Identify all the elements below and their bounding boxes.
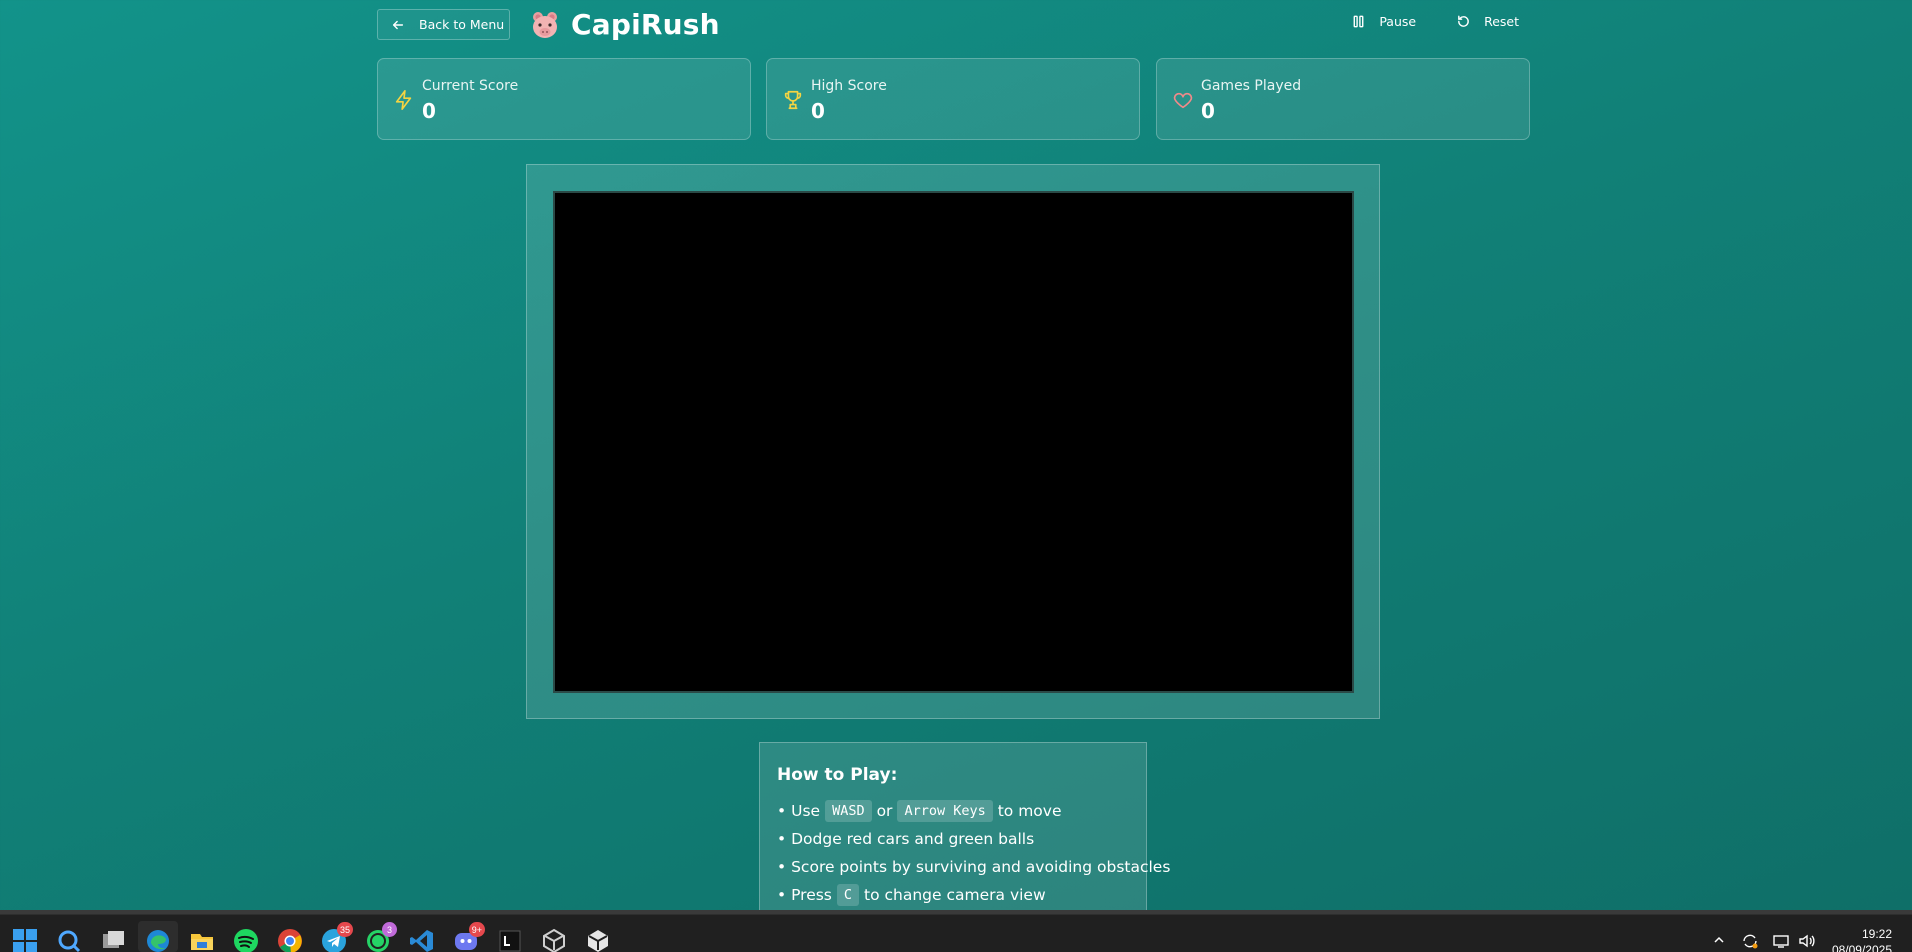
clock-time: 19:22 [1861,927,1892,941]
instruction-text: to move [997,802,1062,820]
back-to-menu-label: Back to Menu [419,17,505,32]
windows-start-icon[interactable] [12,928,38,952]
app-title: CapiRush [571,8,720,41]
discord-badge: 9+ [468,922,485,937]
reset-icon [1458,15,1469,27]
clock-date: 08/09/2025 [1831,943,1892,952]
instruction-camera: • Press C to change camera view [777,881,1130,909]
reset-label: Reset [1484,14,1519,29]
instruction-text: Use [791,802,821,820]
trophy-icon [784,90,802,110]
telegram-icon[interactable]: 35 [321,922,353,952]
games-played-label: Games Played [1201,78,1302,94]
telegram-badge: 35 [336,922,353,937]
current-score-label: Current Score [422,78,519,94]
instruction-score: • Score points by surviving and avoiding… [777,853,1170,881]
key-c: C [836,884,860,906]
current-score-value: 0 [422,99,436,123]
file-explorer-icon[interactable] [189,928,215,952]
volume-icon[interactable] [1798,933,1816,952]
games-played-value: 0 [1201,99,1215,123]
sync-icon[interactable] [1741,933,1759,952]
instruction-text: or [876,802,893,820]
pause-button[interactable]: Pause [1351,14,1426,29]
instruction-text: Dodge red cars and green balls [791,830,1035,848]
how-to-play-title: How to Play: [777,765,898,785]
instruction-move: • Use WASD or Arrow Keys to move [777,797,1130,825]
instruction-text: Score points by surviving and avoiding o… [791,858,1171,876]
bullet: • [777,886,787,904]
game-container [526,164,1380,719]
pause-icon [1353,15,1364,28]
high-score-label: High Score [811,78,887,94]
high-score-card: High Score 0 [766,58,1140,140]
chrome-icon[interactable] [277,928,303,952]
arrow-left-icon [392,20,404,29]
game-canvas[interactable] [553,191,1354,693]
unity-icon[interactable] [541,928,567,952]
instruction-text: Press [791,886,832,904]
games-played-card: Games Played 0 [1156,58,1530,140]
instruction-text: to change camera view [864,886,1046,904]
network-icon[interactable] [1772,933,1790,952]
search-icon[interactable] [56,928,82,952]
capybara-logo-icon [533,11,557,38]
bullet: • [777,858,787,876]
pause-label: Pause [1379,14,1417,29]
bullet: • [777,802,787,820]
how-to-play-panel: How to Play: • Use WASD or Arrow Keys to… [759,742,1170,918]
edge-icon[interactable] [145,928,171,952]
key-wasd: WASD [825,800,872,822]
header-actions: Pause Reset [1321,14,1529,29]
key-arrow-keys: Arrow Keys [897,800,993,822]
task-view-icon[interactable] [100,928,126,952]
terminal-icon[interactable] [497,928,523,952]
vscode-icon[interactable] [409,928,435,952]
lightning-icon [395,90,412,110]
spotify-icon[interactable] [233,928,259,952]
back-to-menu-button[interactable]: Back to Menu [377,9,510,40]
current-score-card: Current Score 0 [377,58,751,140]
system-clock[interactable]: 19:22 08/09/2025 [1832,926,1892,952]
unity-hub-icon[interactable] [585,928,611,952]
high-score-value: 0 [811,99,825,123]
whatsapp-icon[interactable]: 3 [365,922,397,952]
heart-icon [1173,92,1193,109]
instruction-dodge: • Dodge red cars and green balls [777,825,1130,853]
top-bar: Back to Menu CapiRush Pause Reset [377,0,1529,50]
brand: CapiRush [529,8,720,41]
reset-button[interactable]: Reset [1456,14,1529,29]
whatsapp-badge: 3 [382,922,397,937]
discord-icon[interactable]: 9+ [453,922,485,952]
chevron-up-icon[interactable] [1712,933,1726,952]
bullet: • [777,830,787,848]
